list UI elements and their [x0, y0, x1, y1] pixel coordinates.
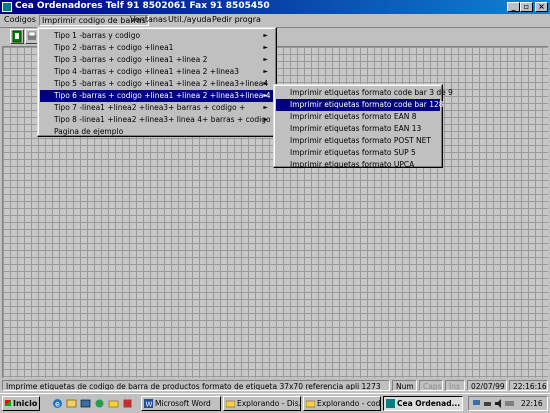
task-microsoft-word[interactable]: W Microsoft Word — [141, 396, 221, 411]
network-icon[interactable] — [472, 399, 481, 408]
status-ins: Ins — [445, 380, 465, 391]
menu-item-tipo-7[interactable]: Tipo 7 -linea1 +linea2 +linea3+ barras +… — [40, 102, 274, 114]
start-label: Inicio — [13, 399, 38, 408]
task-label: Explorando - codi... — [317, 399, 381, 408]
menu-item-pagina-de-ejemplo[interactable]: Pagina de ejemplo — [40, 126, 274, 138]
menu-ventanas[interactable]: Ventanas — [128, 15, 169, 24]
menu-item-tipo-8[interactable]: Tipo 8 -linea1 +linea2 +linea3+ linea 4+… — [40, 114, 279, 126]
submenu-item-label: Imprimir etiquetas formato code bar 128 — [290, 100, 444, 109]
internet-explorer-icon[interactable]: e — [52, 398, 63, 409]
menu-item-tipo-2[interactable]: Tipo 2 -barras + codigo +linea1 ► — [40, 42, 274, 54]
taskbar: Inicio e W Microsoft Word Explorando - D… — [0, 393, 550, 413]
system-tray: 22:16 — [468, 396, 548, 411]
submenu-item-sup-5[interactable]: Imprimir etiquetas formato SUP 5 — [276, 147, 440, 159]
cea-app-icon — [386, 399, 395, 408]
maximize-button[interactable]: ▫ — [520, 2, 533, 12]
submenu-item-label: Imprimir etiquetas formato UPCA — [290, 160, 415, 169]
menu-item-tipo-4[interactable]: Tipo 4 -barras + codigo +linea1 +linea 2… — [40, 66, 274, 78]
tray-clock[interactable]: 22:16 — [521, 397, 543, 410]
svg-text:W: W — [146, 401, 153, 409]
menu-item-label: Tipo 3 -barras + codigo +linea1 +linea 2 — [54, 55, 208, 64]
keyboard-icon[interactable] — [505, 399, 514, 408]
start-button[interactable]: Inicio — [2, 396, 40, 411]
submenu-item-label: Imprimir etiquetas formato EAN 13 — [290, 124, 422, 133]
explorer-icon — [226, 400, 235, 408]
menu-item-label: Tipo 2 -barras + codigo +linea1 — [54, 43, 174, 52]
submenu-item-label: Imprimir etiquetas formato EAN 8 — [290, 112, 417, 121]
menu-item-label: Tipo 7 -linea1 +linea2 +linea3+ barras +… — [54, 103, 246, 112]
submenu-arrow-icon: ► — [263, 44, 268, 51]
submenu-item-ean-13[interactable]: Imprimir etiquetas formato EAN 13 — [276, 123, 440, 135]
status-caps: Caps — [419, 380, 443, 391]
status-message: Imprime etiquetas de codigo de barra de … — [2, 380, 390, 391]
submenu-item-code-bar-3-de-9[interactable]: Imprimir etiquetas formato code bar 3 de… — [276, 87, 453, 99]
menu-item-label: Tipo 5 -barras + codigo +linea1 +linea 2… — [54, 79, 269, 88]
status-time: 22:16:16 — [509, 380, 548, 391]
task-label: Explorando - Dis... — [237, 399, 301, 408]
window-title: Cea Ordenadores Telf 91 8502061 Fax 91 8… — [15, 1, 270, 11]
submenu-arrow-icon: ► — [263, 56, 268, 63]
document-icon — [12, 30, 22, 43]
title-bar[interactable]: Cea Ordenadores Telf 91 8502061 Fax 91 8… — [0, 0, 550, 14]
status-date: 02/07/99 — [467, 380, 507, 391]
menu-item-tipo-6[interactable]: Tipo 6 -barras + codigo +linea1 +linea 2… — [40, 90, 305, 102]
menu-item-tipo-5[interactable]: Tipo 5 -barras + codigo +linea1 +linea 2… — [40, 78, 274, 90]
windows-flag-icon — [5, 400, 11, 406]
submenu-item-label: Imprimir etiquetas formato code bar 3 de… — [290, 88, 453, 97]
show-desktop-icon[interactable] — [80, 398, 91, 409]
menu-item-tipo-3[interactable]: Tipo 3 -barras + codigo +linea1 +linea 2… — [40, 54, 274, 66]
outlook-express-icon[interactable] — [66, 398, 77, 409]
submenu-item-post-net[interactable]: Imprimir etiquetas formato POST NET — [276, 135, 440, 147]
explorer-icon — [306, 400, 315, 408]
toolbar-button-1[interactable] — [10, 29, 24, 44]
task-explorando-codi[interactable]: Explorando - codi... — [303, 396, 381, 411]
submenu-arrow-icon: ► — [263, 104, 268, 111]
submenu-formatos: Imprimir etiquetas formato code bar 3 de… — [273, 84, 453, 171]
app-icon[interactable] — [2, 2, 12, 12]
dropdown-imprimir-codigo: Tipo 1 -barras y codigo ► Tipo 2 -barras … — [37, 27, 305, 138]
menu-bar: Codigos Imprimir codigo de barras Ventan… — [0, 14, 550, 28]
submenu-item-ean-8[interactable]: Imprimir etiquetas formato EAN 8 — [276, 111, 440, 123]
minimize-button[interactable]: _ — [507, 2, 520, 12]
submenu-item-label: Imprimir etiquetas formato POST NET — [290, 136, 431, 145]
submenu-arrow-icon: ► — [263, 80, 268, 87]
menu-item-label: Tipo 4 -barras + codigo +linea1 +linea 2… — [54, 67, 239, 76]
task-label: Microsoft Word — [155, 399, 211, 408]
menu-item-label: Pagina de ejemplo — [54, 127, 124, 136]
menu-item-tipo-1[interactable]: Tipo 1 -barras y codigo ► — [40, 30, 274, 42]
menu-item-label: Tipo 1 -barras y codigo — [54, 31, 141, 40]
svg-text:e: e — [55, 400, 60, 409]
task-cea-ordenadores[interactable]: Cea Ordenad... — [383, 396, 463, 411]
app-quicklaunch-icon[interactable] — [122, 398, 133, 409]
submenu-item-label: Imprimir etiquetas formato SUP 5 — [290, 148, 416, 157]
printer-tray-icon[interactable] — [483, 399, 492, 408]
word-icon: W — [144, 399, 153, 408]
menu-codigos[interactable]: Codigos — [2, 15, 38, 24]
menu-util-ayuda[interactable]: Util./ayuda — [166, 15, 213, 24]
status-bar: Imprime etiquetas de codigo de barra de … — [0, 379, 550, 392]
task-label: Cea Ordenad... — [397, 399, 461, 408]
submenu-arrow-icon: ► — [263, 116, 268, 123]
folder-icon[interactable] — [108, 398, 119, 409]
submenu-item-upca[interactable]: Imprimir etiquetas formato UPCA — [276, 159, 440, 171]
menu-item-label: Tipo 8 -linea1 +linea2 +linea3+ linea 4+… — [54, 115, 280, 124]
status-num: Num — [392, 380, 417, 391]
channels-icon[interactable] — [94, 398, 105, 409]
submenu-arrow-icon: ► — [263, 32, 268, 39]
submenu-arrow-icon: ► — [263, 68, 268, 75]
submenu-item-code-bar-128[interactable]: Imprimir etiquetas formato code bar 128 — [276, 99, 444, 111]
speaker-icon[interactable] — [494, 399, 503, 408]
task-explorando-dis[interactable]: Explorando - Dis... — [223, 396, 301, 411]
menu-pedir-progra[interactable]: Pedir progra — [210, 15, 263, 24]
submenu-arrow-icon: ► — [263, 92, 268, 99]
close-button[interactable]: × — [535, 2, 548, 12]
